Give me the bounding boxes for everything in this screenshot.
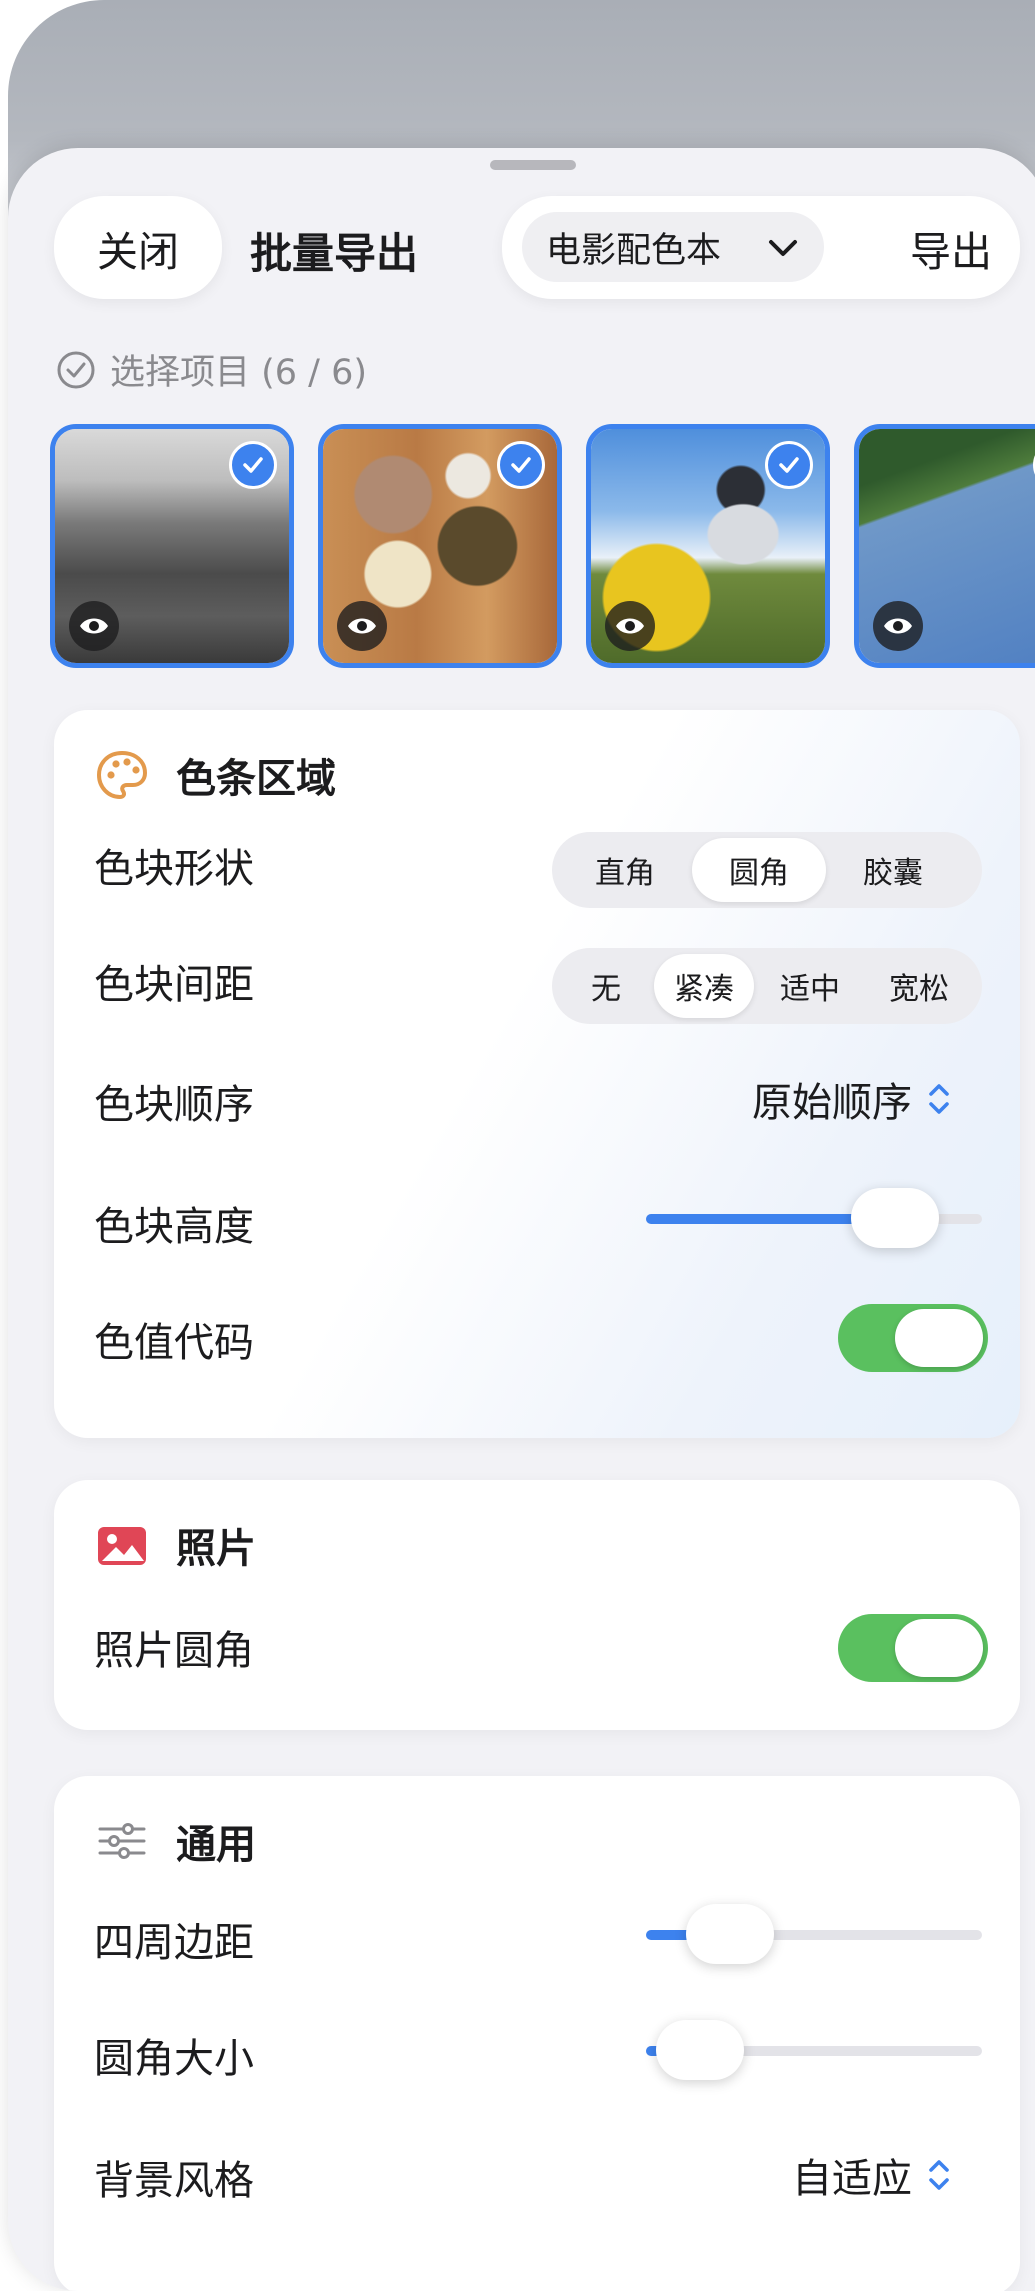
color-strip-header: 色条区域 [94,746,336,804]
palette-icon [96,750,148,800]
thumbnail-palm-sky[interactable] [854,424,1035,668]
thumbnail-mountains[interactable] [50,424,294,668]
corner-label: 圆角大小 [94,2036,254,2082]
select-items-toggle[interactable]: 选择项目 (6 / 6) [56,344,367,395]
thumbnail-tea-table[interactable] [318,424,562,668]
spacing-segmented-control: 无 紧凑 适中 宽松 [552,948,982,1024]
toggle-knob [895,1619,983,1677]
select-items-label: 选择项目 (6 / 6) [110,353,368,393]
eye-icon[interactable] [605,601,655,651]
photo-card: 照片 照片圆角 [54,1480,1020,1730]
shape-option-right-angle[interactable]: 直角 [558,838,692,902]
export-button[interactable]: 导出 [910,196,992,299]
slider-knob[interactable] [655,2020,744,2080]
padding-label: 四周边距 [94,1920,254,1966]
shape-label: 色块形状 [94,846,254,892]
corner-slider[interactable] [646,2020,982,2080]
background-style-value: 自适应 [792,2156,912,2202]
sliders-icon [98,1823,146,1859]
eye-icon[interactable] [69,601,119,651]
eye-icon[interactable] [873,601,923,651]
spacing-option-none[interactable]: 无 [558,954,654,1018]
slider-knob[interactable] [850,1188,939,1248]
general-title: 通用 [176,1822,256,1868]
chevron-up-down-icon [929,2160,949,2190]
background-style-label: 背景风格 [94,2158,254,2204]
preset-dropdown[interactable]: 电影配色本 [522,212,824,282]
thumbnail-motorcyclist[interactable] [586,424,830,668]
shape-option-capsule[interactable]: 胶囊 [826,838,960,902]
photo-title: 照片 [176,1526,256,1572]
spacing-option-loose[interactable]: 宽松 [866,954,972,1018]
codes-toggle[interactable] [838,1304,988,1372]
padding-slider[interactable] [646,1904,982,1964]
header-actions: 电影配色本 导出 [502,196,1020,299]
export-sheet: 关闭 批量导出 电影配色本 导出 选择项目 (6 / 6) 色条区域 色块形状 … [8,148,1035,2291]
codes-label: 色值代码 [94,1320,254,1366]
order-value: 原始顺序 [752,1080,912,1126]
check-circle-icon [57,351,95,388]
check-icon[interactable] [497,441,545,489]
chevron-down-icon [769,240,797,256]
preset-label: 电影配色本 [546,230,722,271]
shape-segmented-control: 直角 圆角 胶囊 [552,832,982,908]
close-button[interactable]: 关闭 [54,196,222,299]
chevron-up-down-icon [929,1084,949,1114]
page-title: 批量导出 [250,229,419,278]
spacing-option-compact[interactable]: 紧凑 [654,954,754,1018]
photo-rounded-label: 照片圆角 [94,1628,254,1674]
toggle-knob [895,1309,983,1367]
slider-knob[interactable] [686,1904,774,1964]
sheet-grabber[interactable] [490,160,576,170]
order-picker[interactable]: 原始顺序 [752,1070,954,1128]
check-icon[interactable] [229,441,277,489]
background-style-picker[interactable]: 自适应 [792,2146,954,2204]
photo-header: 照片 [94,1516,256,1574]
photo-icon [98,1527,146,1565]
height-label: 色块高度 [94,1204,254,1250]
color-strip-card: 色条区域 色块形状 直角 圆角 胶囊 色块间距 无 紧凑 适中 宽松 色块顺序 … [54,710,1020,1438]
order-label: 色块顺序 [94,1082,254,1128]
height-slider[interactable] [646,1188,982,1248]
color-strip-title: 色条区域 [176,756,336,802]
eye-icon[interactable] [337,601,387,651]
check-icon[interactable] [765,441,813,489]
spacing-label: 色块间距 [94,962,254,1008]
shape-option-rounded[interactable]: 圆角 [692,838,826,902]
photo-rounded-toggle[interactable] [838,1614,988,1682]
general-header: 通用 [94,1812,256,1870]
spacing-option-medium[interactable]: 适中 [754,954,866,1018]
general-card: 通用 四周边距 圆角大小 背景风格 自适应 [54,1776,1020,2291]
